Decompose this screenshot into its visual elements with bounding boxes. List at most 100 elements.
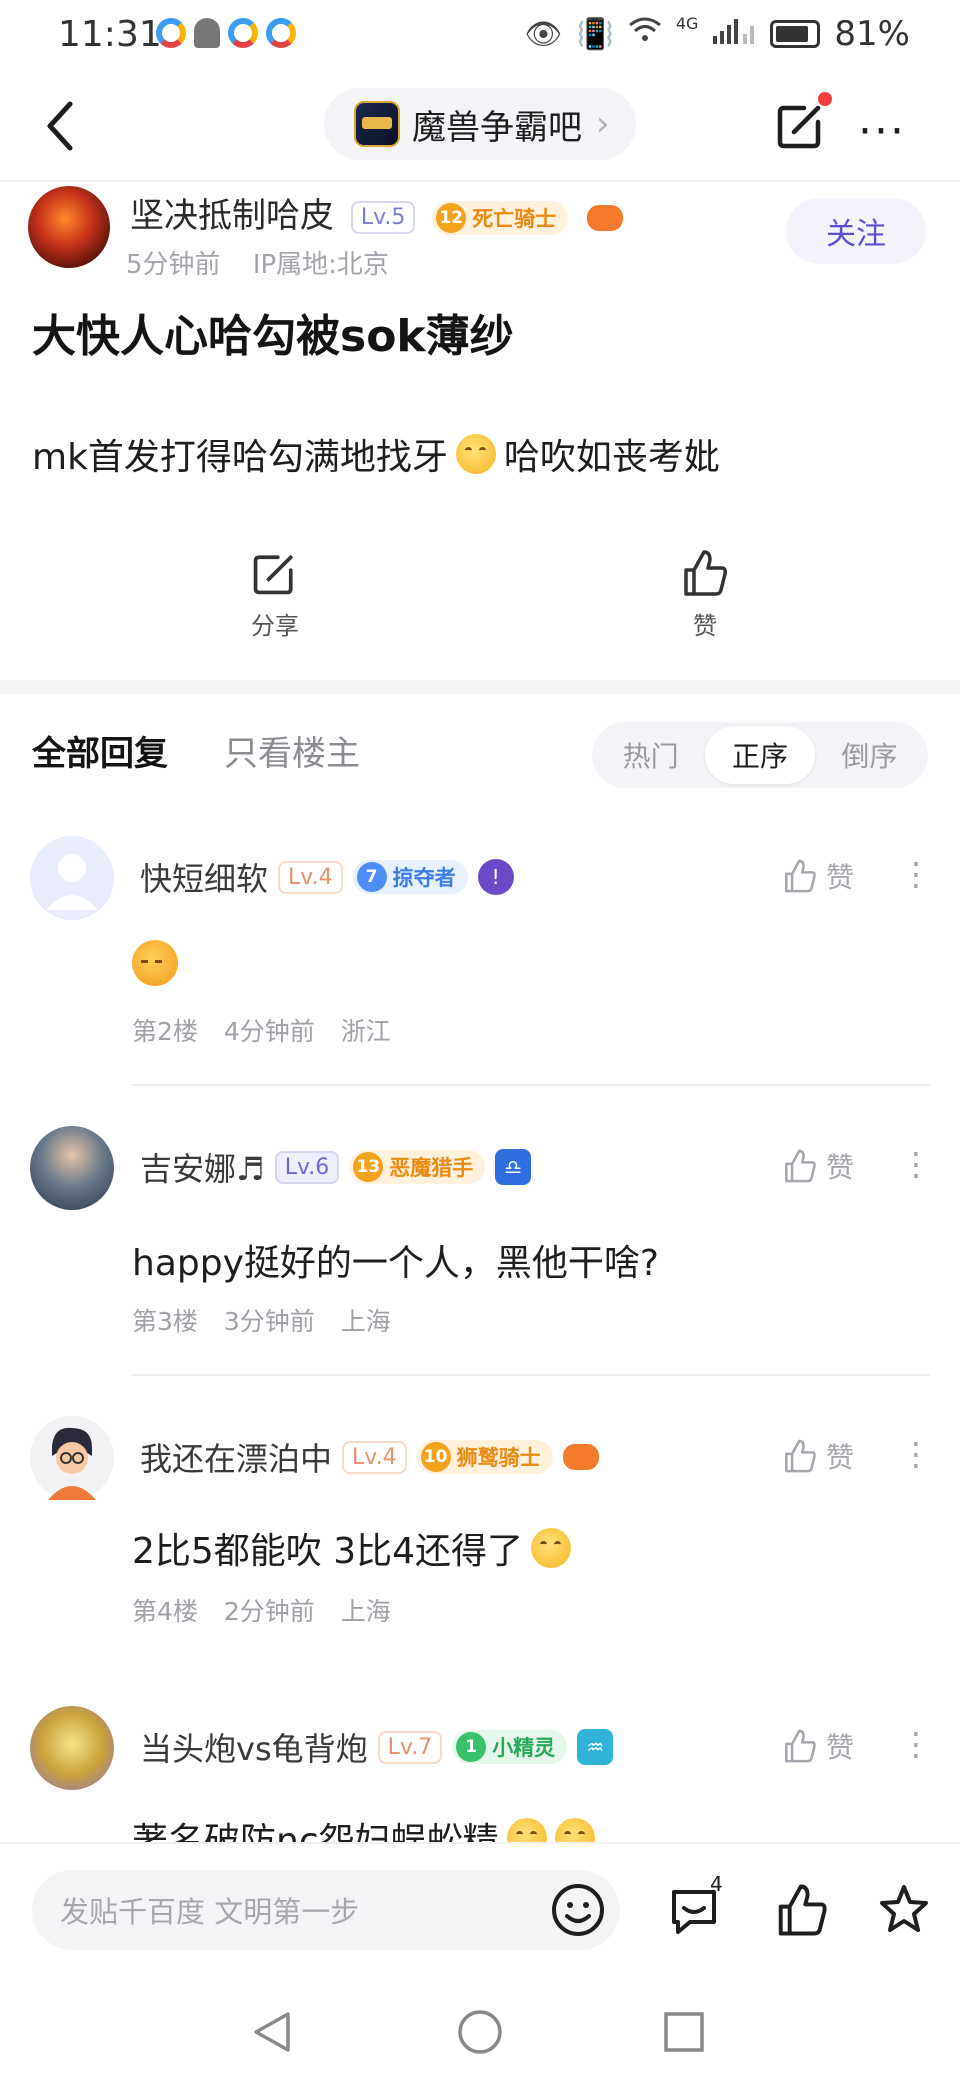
- member-title-badge: 10 狮鹫骑士: [416, 1440, 553, 1474]
- post-body-text-tail: 哈吹如丧考妣: [503, 437, 720, 478]
- sort-ascending[interactable]: 正序: [705, 726, 815, 784]
- share-compose-icon[interactable]: [774, 98, 828, 152]
- comment-location: 上海: [340, 1307, 391, 1336]
- emoji-picker-icon[interactable]: [550, 1882, 606, 1938]
- commenter-name[interactable]: 快短细软: [140, 854, 268, 900]
- notification-icons: [156, 18, 296, 48]
- post-meta: 5分钟前 IP属地:北京: [126, 244, 413, 281]
- comment-like-button[interactable]: 赞: [782, 1726, 854, 1766]
- shush-emoji-icon: [531, 1528, 572, 1568]
- system-recents-icon[interactable]: [662, 2010, 706, 2054]
- battery-icon: [770, 20, 821, 48]
- tab-all-replies[interactable]: 全部回复: [32, 726, 168, 775]
- level-badge: Lv.5: [350, 201, 416, 234]
- app-notification-icon: [228, 18, 258, 48]
- comment-like-button[interactable]: 赞: [782, 856, 854, 896]
- badge-number: 10: [420, 1442, 451, 1472]
- forum-logo: [354, 101, 400, 147]
- more-options-icon[interactable]: ···: [858, 106, 906, 157]
- sort-hot[interactable]: 热门: [596, 726, 705, 784]
- follow-button[interactable]: 关注: [786, 198, 926, 264]
- tab-op-only[interactable]: 只看楼主: [224, 726, 360, 775]
- thumbs-up-icon[interactable]: [774, 1882, 830, 1938]
- like-label: 赞: [826, 1441, 855, 1474]
- comment-meta: 第3楼 3分钟前 上海: [132, 1302, 409, 1338]
- commenter-name[interactable]: 我还在漂泊中: [140, 1434, 332, 1480]
- level-badge: Lv.4: [278, 860, 343, 894]
- ip-location: IP属地:北京: [252, 250, 389, 280]
- notification-dot: [818, 92, 832, 106]
- share-icon: [253, 555, 293, 595]
- comment-item: 我还在漂泊中 Lv.4 10 狮鹫骑士 赞 ⋮ 2比5都能吹 3比4还得了 第4…: [0, 1410, 960, 1670]
- libra-icon: ♎: [495, 1149, 532, 1185]
- aquarius-icon: ♒: [577, 1729, 614, 1765]
- member-title-badge: 13 恶魔猎手: [349, 1150, 486, 1184]
- sort-descending[interactable]: 倒序: [815, 726, 924, 784]
- back-arrow-icon[interactable]: [40, 100, 80, 152]
- badge-title: 狮鹫骑士: [456, 1446, 541, 1470]
- commenter-name-line: 我还在漂泊中 Lv.4 10 狮鹫骑士: [140, 1434, 599, 1480]
- like-label: 赞: [826, 861, 855, 894]
- system-home-icon[interactable]: [456, 2008, 504, 2056]
- grin-emoji-icon: [554, 1818, 595, 1842]
- reply-input[interactable]: 发贴千百度 文明第一步: [32, 1870, 620, 1950]
- comment-text: [132, 940, 178, 986]
- wifi-icon: [628, 16, 662, 52]
- thumbs-up-icon: [785, 1149, 816, 1183]
- post-time: 5分钟前: [126, 250, 221, 280]
- commenter-avatar[interactable]: [30, 1126, 114, 1210]
- star-favorite-icon[interactable]: [876, 1882, 932, 1938]
- badge-number: 12: [436, 202, 467, 233]
- commenter-name[interactable]: 当头炮vs龟背炮: [140, 1724, 368, 1770]
- comment-item: 快短细软 Lv.4 7 掠夺者 ! 赞 ⋮ 第2楼 4分钟前 浙江: [0, 830, 960, 1090]
- commenter-name[interactable]: 吉安娜♬: [140, 1144, 265, 1190]
- post-body: mk首发打得哈勾满地找牙 哈吹如丧考妣: [32, 428, 720, 480]
- app-notification-icon: [156, 18, 186, 48]
- badge-number: 13: [353, 1152, 384, 1182]
- comment-text-body: 2比5都能吹 3比4还得了: [132, 1531, 524, 1572]
- like-button[interactable]: 赞: [650, 548, 760, 641]
- author-name[interactable]: 坚决抵制哈皮: [130, 196, 334, 236]
- share-label: 分享: [251, 612, 299, 640]
- comment-location: 浙江: [340, 1017, 391, 1046]
- comment-like-button[interactable]: 赞: [782, 1436, 854, 1476]
- comment-more-icon[interactable]: ⋮: [900, 1438, 932, 1470]
- share-button[interactable]: 分享: [220, 548, 330, 641]
- commenter-avatar[interactable]: [30, 836, 114, 920]
- commenter-name-line: 吉安娜♬ Lv.6 13 恶魔猎手 ♎: [140, 1144, 532, 1190]
- comments-button[interactable]: 4: [666, 1872, 726, 1938]
- sad-sweat-emoji-icon: [132, 940, 178, 986]
- comment-more-icon[interactable]: ⋮: [900, 858, 932, 890]
- comment-count: 4: [710, 1872, 723, 1896]
- commenter-avatar[interactable]: [30, 1706, 114, 1790]
- level-badge: Lv.6: [274, 1150, 340, 1184]
- member-title-badge: 7 掠夺者: [352, 860, 468, 894]
- sort-segmented-control: 热门 正序 倒序: [592, 722, 928, 788]
- thumbs-up-icon: [684, 550, 727, 596]
- comment-like-button[interactable]: 赞: [782, 1146, 854, 1186]
- badge-title: 恶魔猎手: [389, 1156, 474, 1180]
- floor-number: 第3楼: [132, 1307, 198, 1336]
- comment-text: 2比5都能吹 3比4还得了: [132, 1522, 572, 1574]
- comment-meta: 第4楼 2分钟前 上海: [132, 1592, 409, 1628]
- app-notification-icon: [266, 18, 296, 48]
- comment-text: 著名破防nc怨妇蜈蚣精: [132, 1812, 595, 1842]
- forum-entry-button[interactable]: 魔兽争霸吧 ›: [324, 88, 636, 160]
- comment-more-icon[interactable]: ⋮: [900, 1728, 932, 1760]
- author-avatar[interactable]: [28, 186, 110, 268]
- top-nav-bar: 魔兽争霸吧 › ···: [0, 70, 960, 182]
- author-name-line: 坚决抵制哈皮 Lv.5 12 死亡骑士: [130, 188, 623, 237]
- badge-number: 1: [456, 1732, 487, 1762]
- grin-emoji-icon: [455, 434, 496, 474]
- comment-location: 上海: [340, 1597, 391, 1626]
- system-back-icon[interactable]: [250, 2010, 294, 2054]
- comment-meta: 第2楼 4分钟前 浙江: [132, 1012, 409, 1048]
- status-bar: 11:31 👁 📳 4G 81%: [0, 0, 960, 70]
- commenter-avatar[interactable]: [30, 1416, 114, 1500]
- forum-name: 魔兽争霸吧: [412, 107, 582, 148]
- status-time: 11:31: [58, 14, 162, 55]
- signal-icon: [712, 16, 756, 52]
- comment-more-icon[interactable]: ⋮: [900, 1148, 932, 1180]
- post-title: 大快人心哈勾被sok薄纱: [32, 311, 514, 362]
- battery-percent: 81%: [834, 14, 910, 54]
